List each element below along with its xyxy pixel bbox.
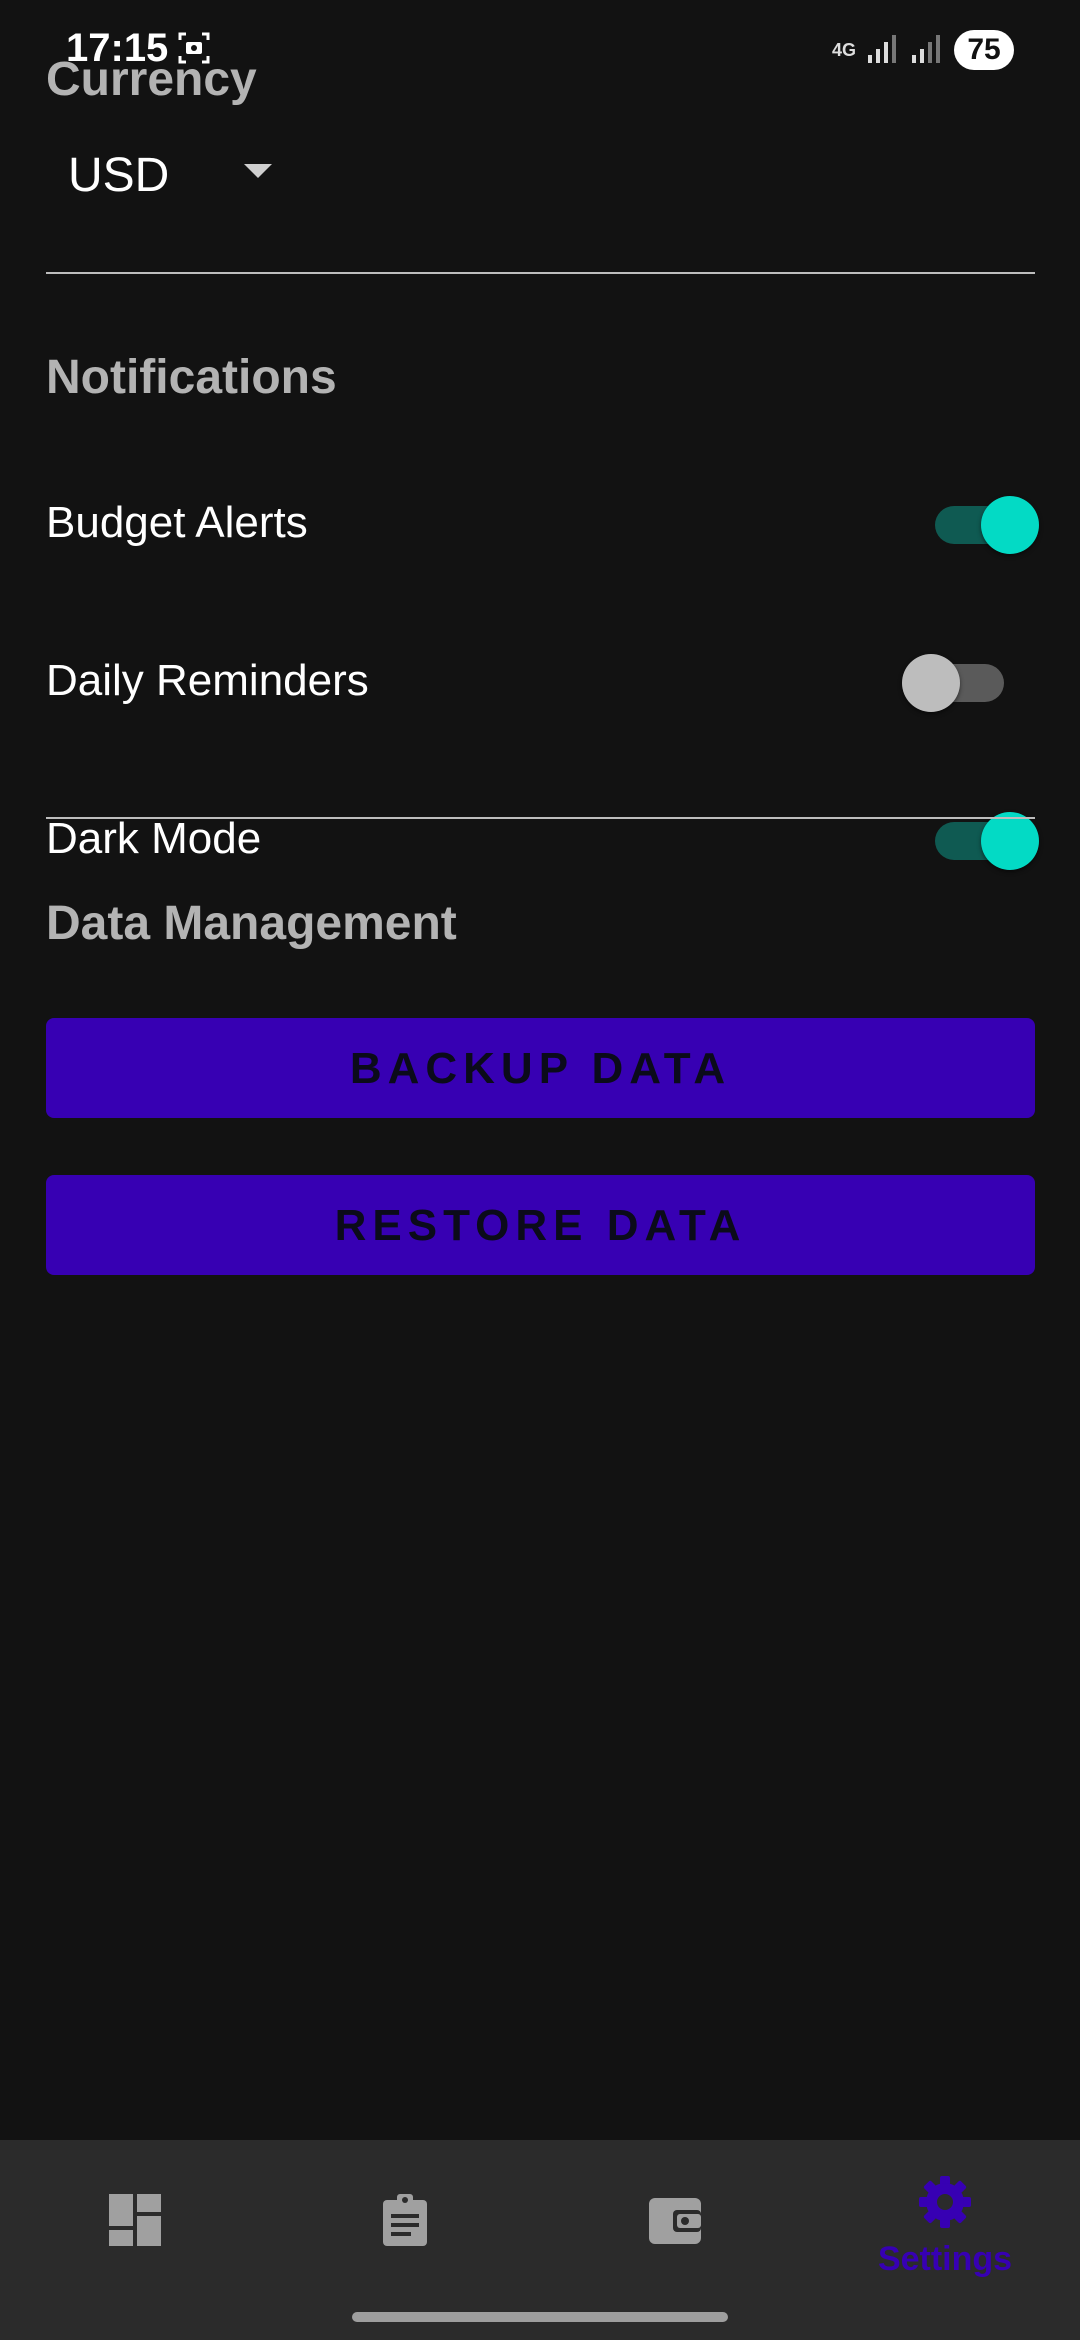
settings-screen: 17:15 4G 75 Currency USD Notifications B… xyxy=(0,0,1080,2340)
dashboard-icon xyxy=(109,2194,161,2246)
toggle-thumb xyxy=(981,496,1039,554)
nav-reports[interactable] xyxy=(270,2140,540,2300)
budget-alerts-toggle[interactable] xyxy=(935,496,1039,554)
clipboard-icon xyxy=(383,2194,427,2246)
battery-indicator: 75 xyxy=(954,30,1014,70)
currency-value: USD xyxy=(68,148,170,202)
daily-reminders-label: Daily Reminders xyxy=(46,656,369,705)
gear-icon xyxy=(919,2176,971,2228)
backup-data-button[interactable]: BACKUP DATA xyxy=(46,1018,1035,1118)
signal-icon-2 xyxy=(910,31,944,70)
budget-alerts-row: Budget Alerts xyxy=(46,484,1039,564)
daily-reminders-row: Daily Reminders xyxy=(46,642,1035,722)
network-type: 4G xyxy=(831,40,856,60)
dark-mode-toggle[interactable] xyxy=(935,812,1039,870)
status-bar: 17:15 4G 75 xyxy=(0,0,1080,100)
nav-wallet[interactable] xyxy=(540,2140,810,2300)
divider xyxy=(46,272,1035,274)
home-indicator[interactable] xyxy=(352,2312,728,2322)
daily-reminders-toggle[interactable] xyxy=(902,654,1004,712)
dark-mode-row: Dark Mode xyxy=(46,800,1039,880)
signal-icon xyxy=(866,31,900,70)
toggle-thumb xyxy=(902,654,960,712)
currency-dropdown[interactable]: USD xyxy=(46,130,296,220)
nav-settings-label: Settings xyxy=(877,2240,1013,2278)
data-management-title: Data Management xyxy=(46,897,457,950)
status-icons: 4G 75 xyxy=(832,24,1014,76)
wallet-icon xyxy=(649,2198,701,2244)
bottom-navigation: Settings xyxy=(0,2140,1080,2340)
toggle-thumb xyxy=(981,812,1039,870)
screenshot-icon xyxy=(176,30,212,66)
dropdown-arrow-icon xyxy=(244,164,272,178)
divider xyxy=(46,817,1035,819)
notifications-title: Notifications xyxy=(46,351,337,404)
nav-dashboard[interactable] xyxy=(0,2140,270,2300)
status-time: 17:15 xyxy=(66,26,169,70)
restore-data-button[interactable]: RESTORE DATA xyxy=(46,1175,1035,1275)
budget-alerts-label: Budget Alerts xyxy=(46,498,308,547)
dark-mode-label: Dark Mode xyxy=(46,814,262,863)
nav-settings[interactable]: Settings xyxy=(810,2140,1080,2300)
